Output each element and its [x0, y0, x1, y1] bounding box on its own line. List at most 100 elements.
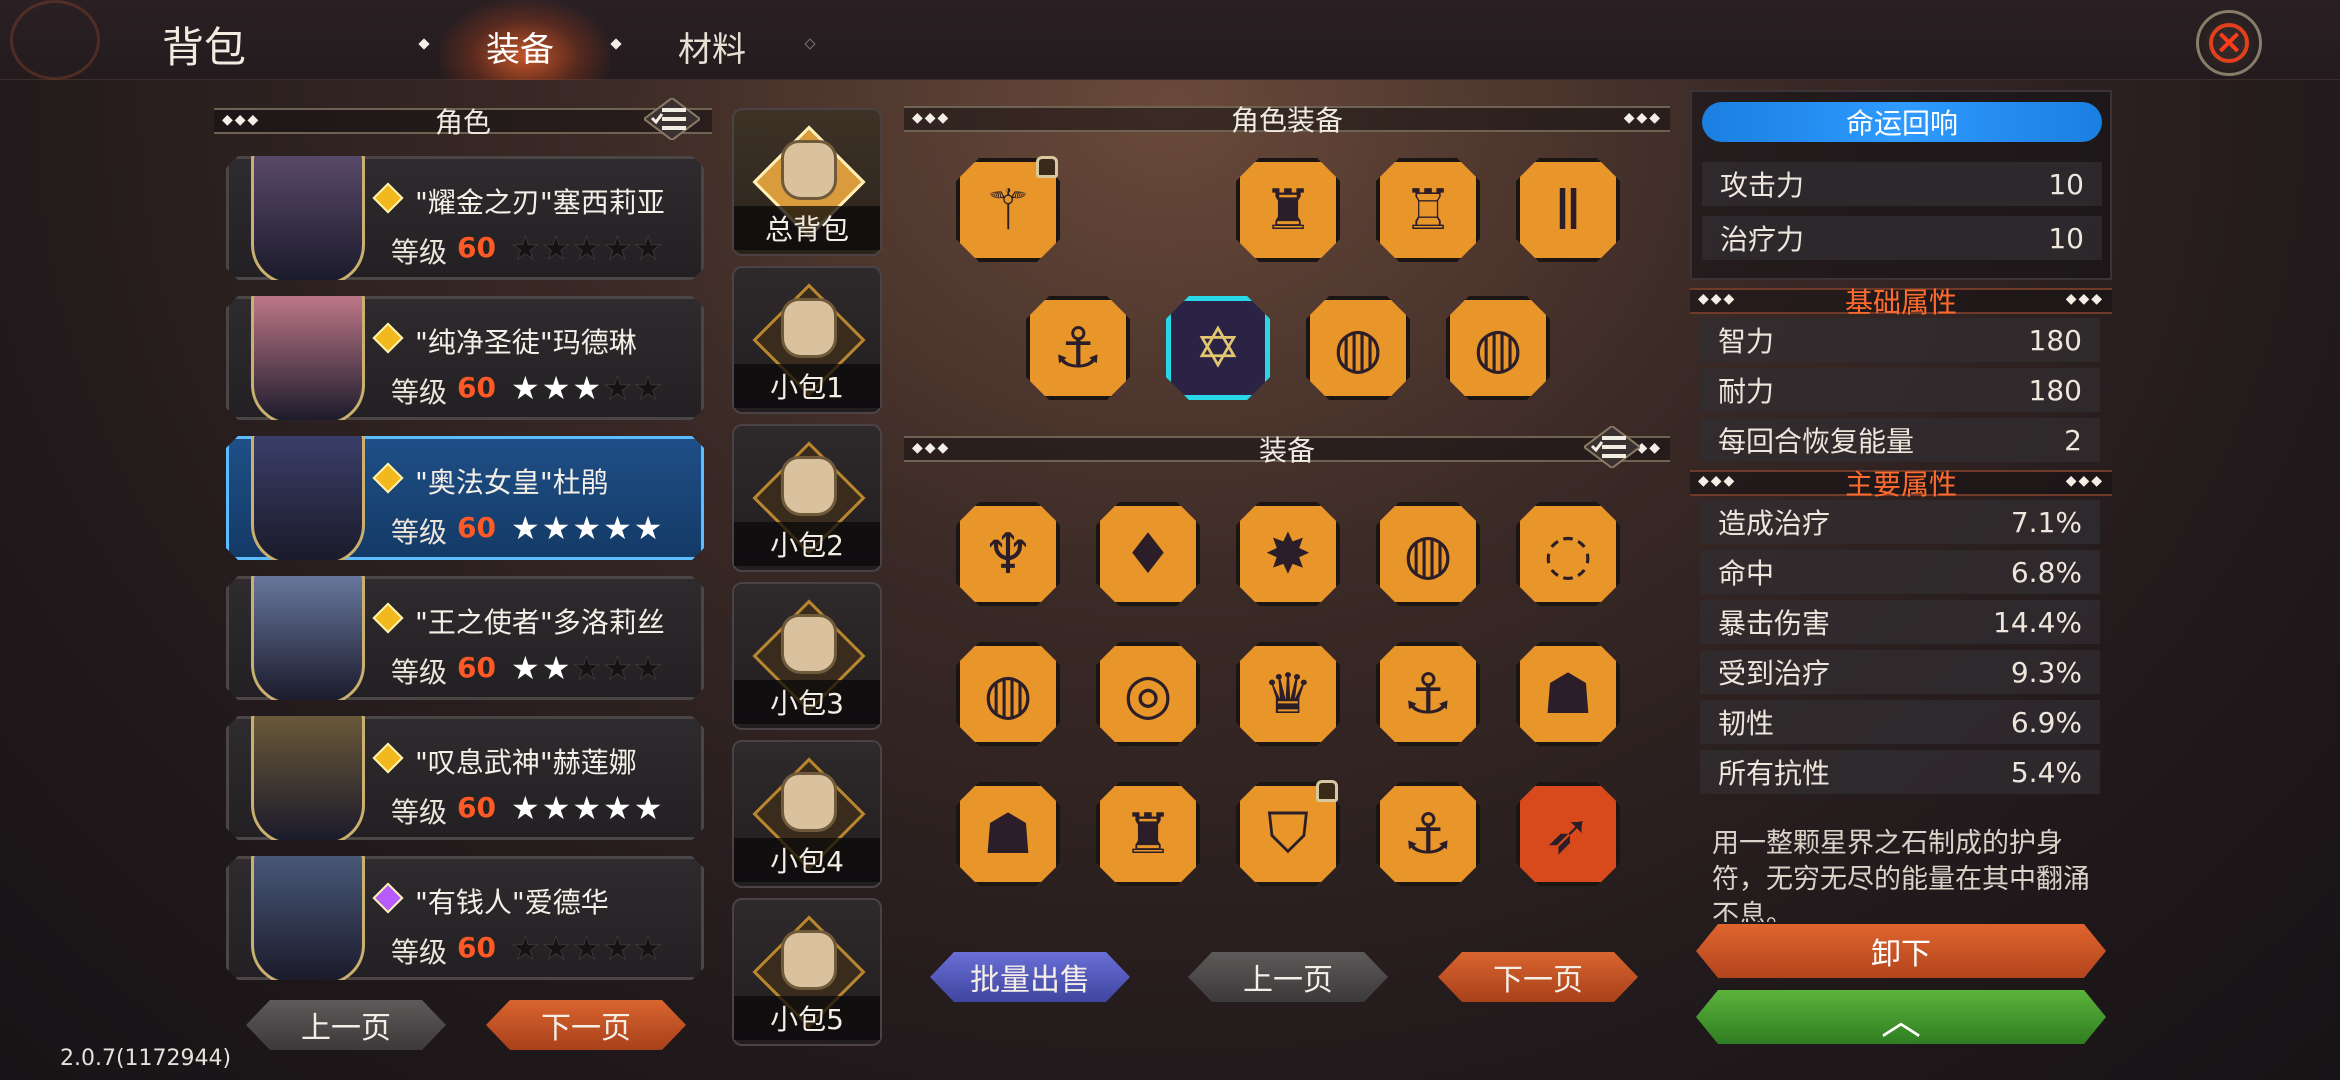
level-label: 等级	[391, 936, 448, 969]
sort-filter-icon[interactable]	[644, 98, 700, 140]
upgrade-button[interactable]: ︿	[1696, 990, 2106, 1044]
bag-tab[interactable]: 小包1	[732, 266, 882, 414]
stat-row: 治疗力 10	[1702, 216, 2102, 260]
character-card[interactable]: "叹息武神"赫莲娜 等级 60 ★★★★★	[226, 716, 704, 840]
top-bar: 背包 装备 材料 ×	[0, 0, 2340, 80]
stat-row: 韧性 6.9%	[1700, 700, 2100, 744]
character-card[interactable]: "奥法女皇"杜鹃 等级 60 ★★★★★	[226, 436, 704, 560]
equipped-header: ◆◆◆ 角色装备 ◆◆◆	[904, 104, 1670, 137]
equipment-slot[interactable]: ♜	[1096, 782, 1200, 886]
character-name: "有钱人"爱德华	[387, 881, 609, 921]
shoes-icon: ⚓	[1402, 801, 1454, 867]
character-card[interactable]: "耀金之刃"塞西莉亚 等级 60 ★★★★★	[226, 156, 704, 280]
bag-tab[interactable]: 总背包	[732, 108, 882, 256]
equipment-slot[interactable]: ♦	[1096, 502, 1200, 606]
equipment-slot[interactable]: ⚓	[1376, 642, 1480, 746]
star-empty-icon: ★	[572, 229, 604, 267]
star-filled-icon: ★	[633, 789, 665, 827]
star-filled-icon: ★	[511, 369, 542, 407]
stat-row: 所有抗性 5.4%	[1700, 750, 2100, 794]
level-label: 等级	[391, 796, 448, 829]
inventory-prev-page-button[interactable]: 上一页	[1188, 952, 1388, 1002]
bag-tab[interactable]: 小包4	[732, 740, 882, 888]
star-empty-icon: ★	[633, 369, 665, 407]
stat-name: 受到治疗	[1718, 657, 1831, 690]
bag-tab[interactable]: 小包3	[732, 582, 882, 730]
bulk-sell-button[interactable]: 批量出售	[930, 952, 1130, 1002]
equipment-slot[interactable]: ◍	[1306, 296, 1410, 400]
ring-icon: ◍	[1333, 315, 1383, 381]
equipment-slot[interactable]: ✸	[1236, 502, 1340, 606]
stat-name: 所有抗性	[1718, 757, 1831, 790]
star-filled-icon: ★	[511, 509, 542, 547]
main-attributes-header: ◆◆◆ 主要属性 ◆◆◆	[1690, 468, 2112, 501]
tab-equipment[interactable]: 装备	[440, 0, 610, 80]
equipment-slot[interactable]: ♛	[1236, 642, 1340, 746]
equipment-slot[interactable]: ⚓	[1026, 296, 1130, 400]
inventory-sort-icon[interactable]	[1584, 426, 1640, 468]
equipment-slot[interactable]: ♆	[956, 502, 1060, 606]
equipment-slot[interactable]: ⚓	[1376, 782, 1480, 886]
equipment-slot[interactable]: ➶	[1516, 782, 1620, 886]
character-name-text: "纯净圣徒"玛德琳	[415, 326, 637, 359]
stat-name: 暴击伤害	[1718, 607, 1831, 640]
stat-name: 韧性	[1718, 707, 1775, 740]
equipment-slot[interactable]: ◌	[1516, 502, 1620, 606]
stat-row: 暴击伤害 14.4%	[1700, 600, 2100, 644]
chevron-up-icon: ︿	[1881, 998, 1921, 1044]
star-filled-icon: ★	[603, 509, 634, 547]
base-attributes-title: 基础属性	[1844, 286, 1957, 319]
inventory-title: 装备	[1258, 434, 1315, 467]
equipment-slot[interactable]: ♖	[1376, 158, 1480, 262]
inventory-next-page-button[interactable]: 下一页	[1438, 952, 1638, 1002]
backpack-icon	[781, 298, 837, 358]
close-button[interactable]: ×	[2196, 10, 2262, 76]
star-filled-icon: ★	[511, 789, 542, 827]
star-filled-icon: ★	[541, 789, 573, 827]
character-name: "王之使者"多洛莉丝	[387, 601, 665, 641]
equipment-slot[interactable]: ◍	[1376, 502, 1480, 606]
character-card[interactable]: "有钱人"爱德华 等级 60 ★★★★★	[226, 856, 704, 980]
item-description: 用一整颗星界之石制成的护身符，无穷无尽的能量在其中翻涌不息。	[1712, 828, 2090, 922]
equipment-slot[interactable]: ◍	[956, 642, 1060, 746]
character-name: "叹息武神"赫莲娜	[387, 741, 637, 781]
stat-row: 耐力 180	[1700, 368, 2100, 412]
equipment-slot[interactable]: ◍	[1446, 296, 1550, 400]
equipment-slot[interactable]: ✡	[1166, 296, 1270, 400]
tab-materials[interactable]: 材料	[678, 22, 746, 71]
star-empty-icon: ★	[541, 229, 573, 267]
equipment-slot[interactable]: Ⅱ	[1516, 158, 1620, 262]
stat-row: 每回合恢复能量 2	[1700, 418, 2100, 462]
backpack-icon	[781, 614, 837, 674]
equipment-slot[interactable]: ◎	[1096, 642, 1200, 746]
bag-tab[interactable]: 小包2	[732, 424, 882, 572]
characters-title: 角色	[434, 106, 491, 139]
character-portrait	[251, 289, 365, 425]
equipment-slot[interactable]: ☗	[956, 782, 1060, 886]
empty-equipment-slot[interactable]	[1096, 158, 1200, 262]
characters-next-page-button[interactable]: 下一页	[486, 1000, 686, 1050]
equipped-title: 角色装备	[1230, 104, 1343, 137]
stat-value: 9.3%	[2010, 655, 2082, 689]
tab-equipment-label: 装备	[486, 30, 554, 70]
stat-name: 每回合恢复能量	[1718, 425, 1915, 458]
stat-value: 6.9%	[2010, 705, 2082, 739]
character-card[interactable]: "王之使者"多洛莉丝 等级 60 ★★★★★	[226, 576, 704, 700]
equipment-slot[interactable]: ♜	[1236, 158, 1340, 262]
character-card[interactable]: "纯净圣徒"玛德琳 等级 60 ★★★★★	[226, 296, 704, 420]
fate-echo-title[interactable]: 命运回响	[1702, 102, 2102, 142]
character-portrait	[251, 569, 365, 705]
character-portrait	[251, 849, 365, 985]
bag-label: 小包5	[734, 996, 880, 1040]
star-filled-icon: ★	[541, 649, 573, 687]
backpack-icon	[781, 456, 837, 516]
characters-prev-page-button[interactable]: 上一页	[246, 1000, 446, 1050]
hood-icon: ☗	[1542, 661, 1594, 727]
unequip-button[interactable]: 卸下	[1696, 924, 2106, 978]
star-rating: ★★★★★	[511, 649, 664, 687]
stat-value: 6.8%	[2010, 555, 2082, 589]
page-title: 背包	[162, 23, 247, 72]
bag-tab[interactable]: 小包5	[732, 898, 882, 1046]
equipment-slot[interactable]: ☗	[1516, 642, 1620, 746]
staff-icon: ⚚	[982, 177, 1034, 243]
